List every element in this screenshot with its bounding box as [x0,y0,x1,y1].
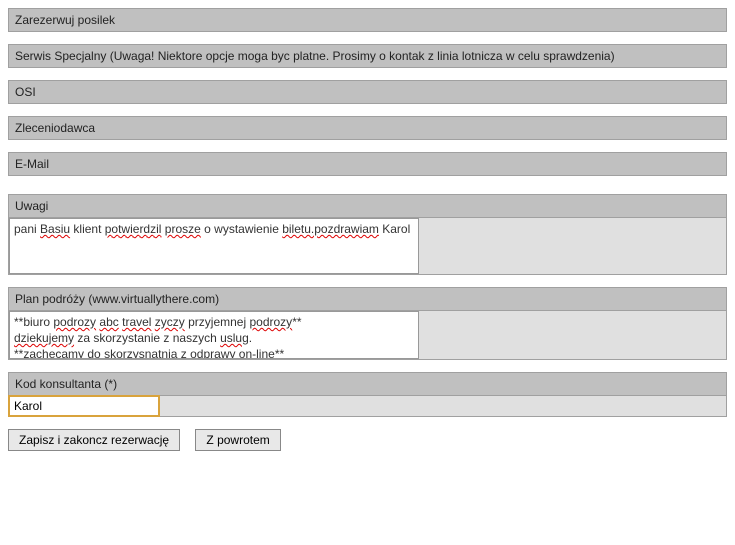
save-finish-button[interactable]: Zapisz i zakoncz rezerwację [8,429,180,451]
section-notes-header: Uwagi [8,194,727,218]
section-notes: Uwagi pani Basiu klient potwierdzil pros… [8,194,727,275]
section-meal: Zarezerwuj posilek [8,8,727,32]
section-itinerary-header: Plan podróży (www.virtuallythere.com) [8,287,727,311]
section-itinerary: Plan podróży (www.virtuallythere.com) **… [8,287,727,360]
section-email: E-Mail [8,152,727,176]
notes-textarea[interactable]: pani Basiu klient potwierdzil prosze o w… [9,218,419,274]
section-special-service: Serwis Specjalny (Uwaga! Niektore opcje … [8,44,727,68]
section-principal: Zleceniodawca [8,116,727,140]
section-principal-header[interactable]: Zleceniodawca [8,116,727,140]
section-osi-header[interactable]: OSI [8,80,727,104]
button-row: Zapisz i zakoncz rezerwację Z powrotem [8,429,727,451]
section-consultant-header: Kod konsultanta (*) [8,372,727,396]
itinerary-textarea[interactable]: **biuro podrozy abc travel zyczy przyjem… [9,311,419,359]
section-meal-header[interactable]: Zarezerwuj posilek [8,8,727,32]
consultant-code-input[interactable] [9,396,159,416]
section-osi: OSI [8,80,727,104]
back-button[interactable]: Z powrotem [195,429,280,451]
section-email-header[interactable]: E-Mail [8,152,727,176]
section-special-header[interactable]: Serwis Specjalny (Uwaga! Niektore opcje … [8,44,727,68]
section-consultant: Kod konsultanta (*) [8,372,727,417]
